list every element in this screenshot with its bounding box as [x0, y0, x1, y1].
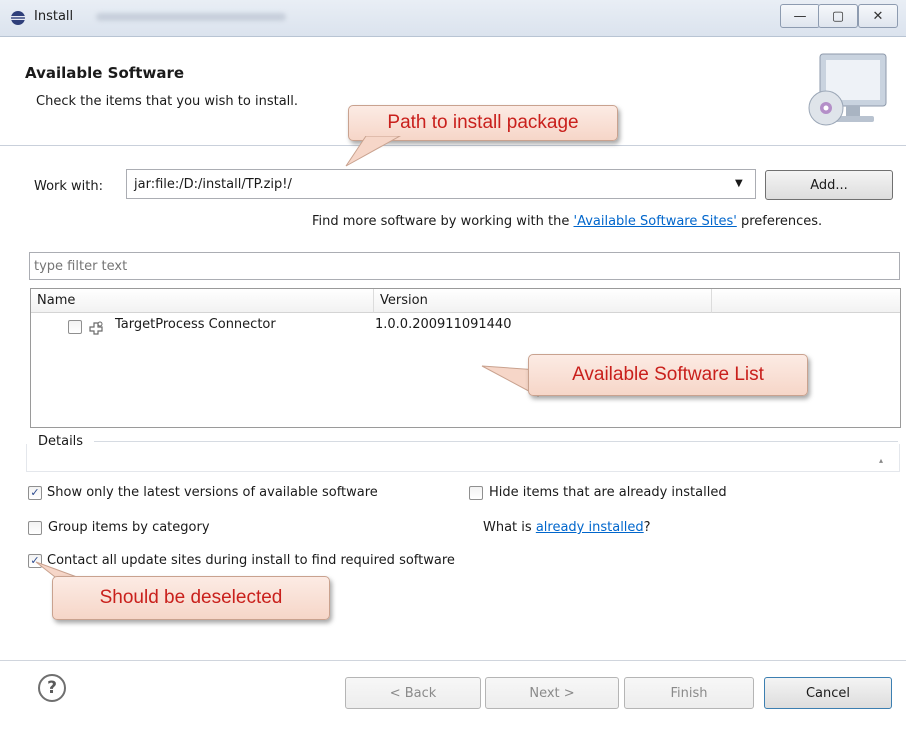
column-header-empty — [712, 289, 900, 313]
annotation-deselect: Should be deselected — [52, 576, 330, 620]
group-by-category-label: Group items by category — [48, 520, 210, 535]
find-more-prefix: Find more software by working with the — [312, 214, 570, 229]
window-title-blurred — [96, 13, 286, 21]
monitor-cd-icon — [808, 53, 887, 126]
close-icon: ✕ — [872, 8, 884, 24]
row-name: TargetProcess Connector — [115, 317, 276, 332]
find-more-suffix: preferences. — [740, 214, 823, 229]
column-header-name[interactable]: Name — [31, 289, 374, 313]
next-button-label: Next > — [529, 685, 575, 701]
annotation-list: Available Software List — [528, 354, 808, 396]
column-header-version[interactable]: Version — [374, 289, 712, 313]
window-title: Install — [34, 9, 74, 24]
page-title: Available Software — [25, 64, 185, 82]
page-subtitle: Check the items that you wish to install… — [36, 94, 299, 109]
table-row[interactable]: TargetProcess Connector 1.0.0.2009110914… — [31, 315, 900, 337]
option-latest-only[interactable]: ✓ Show only the latest versions of avail… — [28, 485, 378, 500]
add-site-button[interactable]: Add... — [765, 170, 893, 200]
finish-button[interactable]: Finish — [624, 677, 754, 709]
cancel-button-label: Cancel — [805, 685, 851, 701]
work-with-value: jar:file:/D:/install/TP.zip!/ — [134, 177, 292, 192]
minimize-icon: — — [793, 8, 807, 24]
window-title-bar[interactable]: Install — ▢ ✕ — [0, 0, 906, 37]
maximize-button[interactable]: ▢ — [818, 4, 858, 28]
annotation-path-text: Path to install package — [387, 112, 579, 133]
dropdown-arrow-icon[interactable]: ▼ — [735, 178, 743, 189]
details-area: ▴ — [26, 444, 900, 472]
column-header-name-label: Name — [37, 293, 76, 308]
help-icon[interactable]: ? — [38, 674, 66, 702]
what-is-installed-text: What is already installed? — [483, 520, 651, 535]
eclipse-install-icon — [11, 11, 25, 25]
minimize-button[interactable]: — — [780, 4, 820, 28]
details-scroll-up-icon[interactable]: ▴ — [879, 456, 883, 465]
row-checkbox[interactable] — [68, 320, 82, 334]
back-button[interactable]: < Back — [345, 677, 481, 709]
add-site-button-label: Add... — [810, 177, 848, 193]
hide-installed-label: Hide items that are already installed — [489, 485, 727, 500]
annotation-path-pointer — [345, 136, 402, 167]
option-hide-installed[interactable]: Hide items that are already installed — [469, 485, 727, 500]
what-is-suffix: ? — [643, 520, 651, 535]
hide-installed-checkbox[interactable] — [469, 485, 483, 500]
work-with-combo[interactable]: jar:file:/D:/install/TP.zip!/ ▼ — [126, 169, 756, 199]
finish-button-label: Finish — [670, 685, 708, 701]
column-header-version-label: Version — [380, 293, 428, 308]
cancel-button[interactable]: Cancel — [764, 677, 892, 709]
available-sites-link[interactable]: 'Available Software Sites' — [574, 214, 737, 229]
annotation-list-text: Available Software List — [572, 364, 764, 385]
what-is-prefix: What is — [483, 520, 532, 535]
find-more-text: Find more software by working with the '… — [312, 214, 822, 229]
row-version: 1.0.0.200911091440 — [375, 317, 512, 332]
next-button[interactable]: Next > — [485, 677, 619, 709]
details-separator — [94, 441, 898, 442]
latest-only-label: Show only the latest versions of availab… — [47, 485, 378, 500]
already-installed-link[interactable]: already installed — [536, 520, 644, 535]
footer-separator — [0, 660, 906, 661]
latest-only-checkbox[interactable]: ✓ — [28, 485, 42, 500]
help-icon-glyph: ? — [47, 678, 57, 698]
option-group-by-category[interactable]: Group items by category — [28, 520, 210, 535]
group-by-category-checkbox[interactable] — [28, 520, 42, 535]
filter-input[interactable] — [29, 252, 900, 280]
maximize-icon: ▢ — [831, 8, 845, 24]
back-button-label: < Back — [389, 685, 437, 701]
annotation-deselect-text: Should be deselected — [99, 587, 283, 608]
close-button[interactable]: ✕ — [858, 4, 898, 28]
feature-plugin-icon — [89, 321, 103, 335]
work-with-label: Work with: — [34, 179, 104, 194]
